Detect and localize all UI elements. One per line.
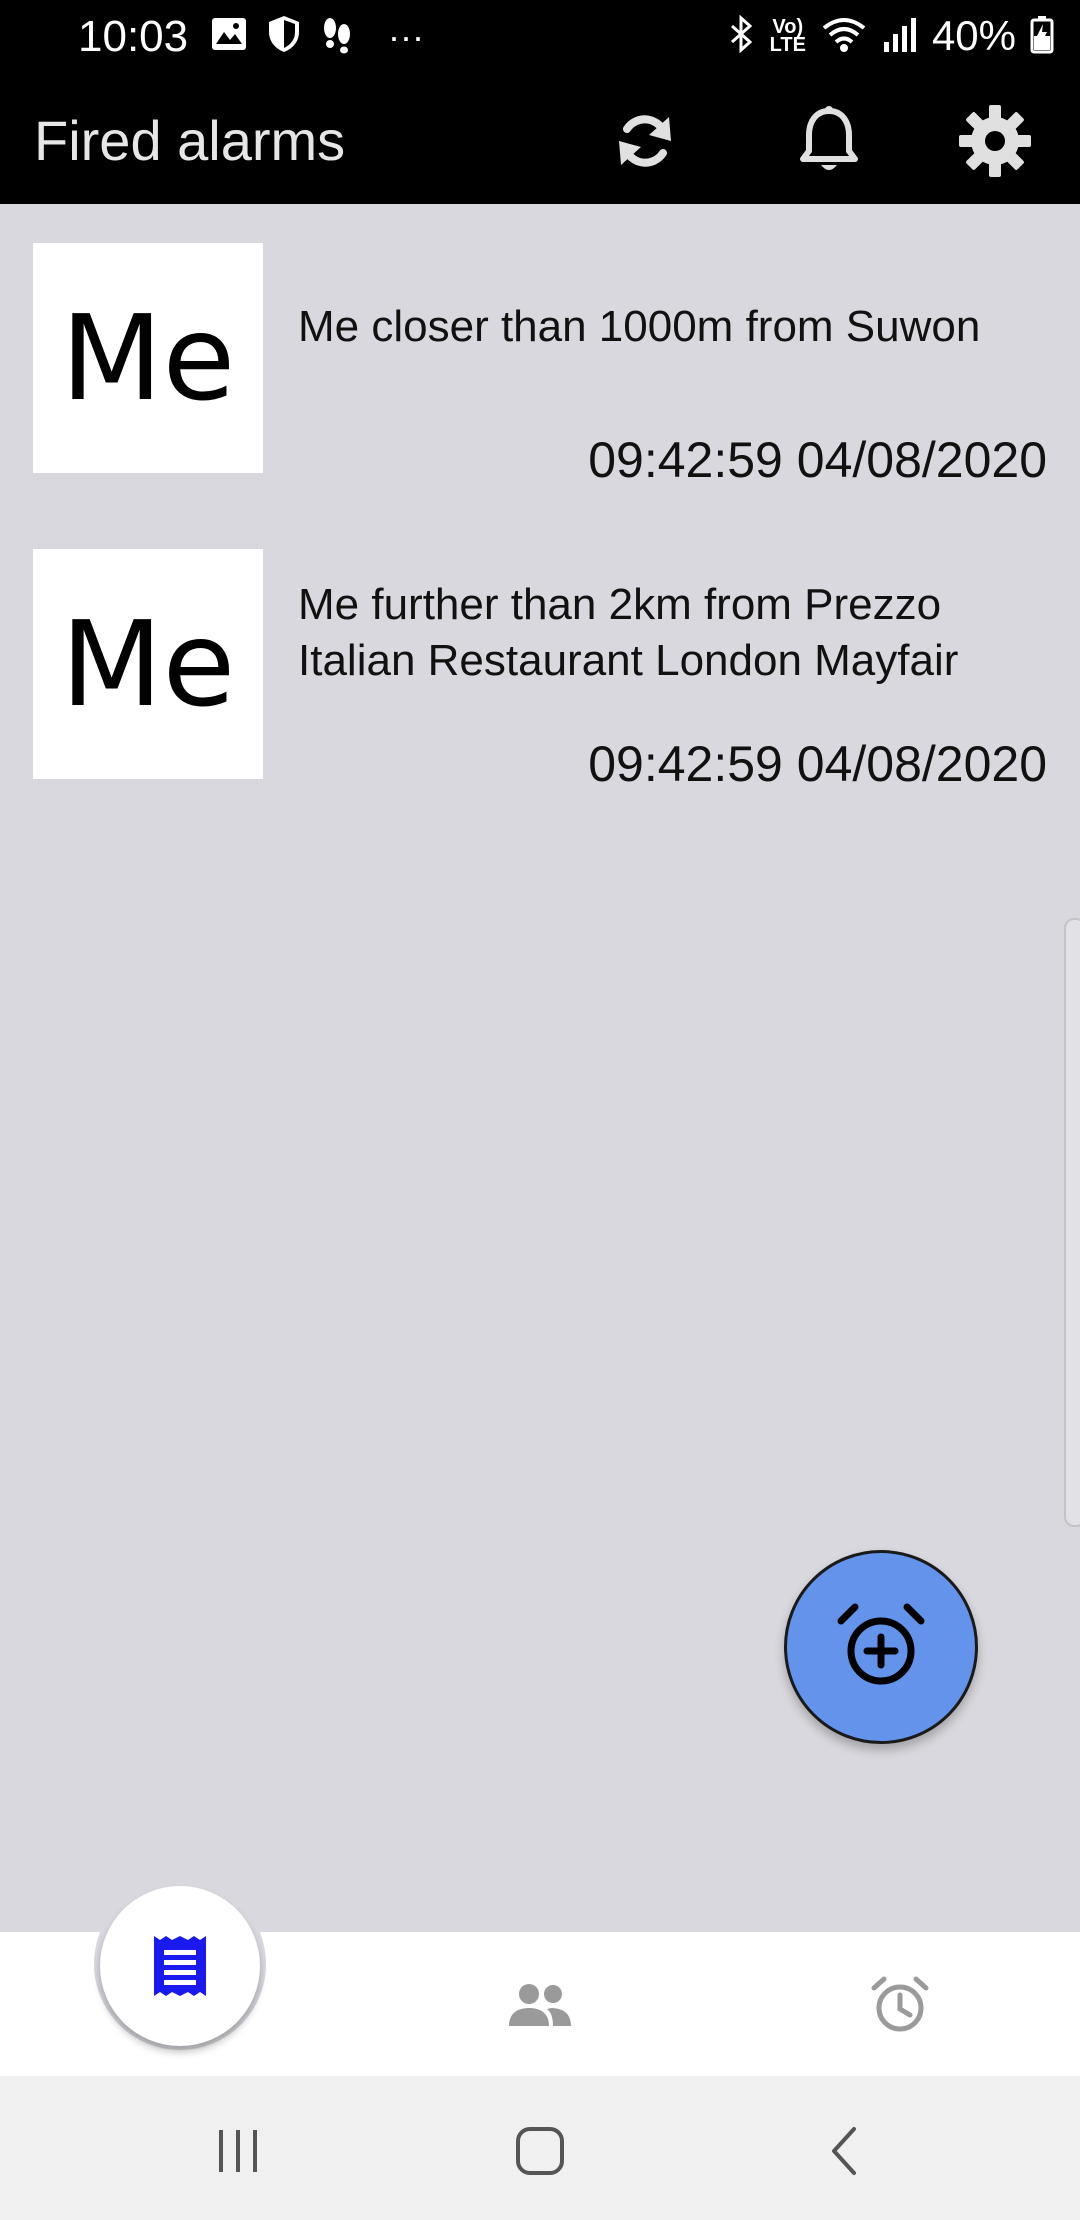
home-button[interactable] [500, 2116, 580, 2186]
settings-button[interactable] [950, 96, 1040, 186]
back-icon [832, 2127, 856, 2175]
recent-apps-icon [219, 2130, 257, 2172]
notifications-button[interactable] [784, 96, 874, 186]
signal-icon [882, 14, 918, 59]
avatar: Me [33, 243, 263, 473]
battery-percent: 40% [931, 12, 1016, 59]
alarm-list-item[interactable]: Me Me further than 2km from Prezzo Itali… [0, 549, 1080, 819]
home-icon [516, 2127, 564, 2175]
shield-icon [266, 14, 302, 59]
add-alarm-icon [837, 1603, 925, 1685]
gear-icon [959, 105, 1031, 177]
page-title: Fired alarms [34, 109, 346, 172]
system-navigation-bar [0, 2076, 1080, 2220]
more-notifications-icon: ··· [388, 15, 424, 57]
bluetooth-icon [726, 14, 756, 59]
nav-item-alarms[interactable] [860, 1970, 940, 2040]
refresh-button[interactable] [600, 96, 690, 186]
alarm-description: Me closer than 1000m from Suwon [298, 302, 981, 351]
status-bar: 10:03 ··· Vo) LTE 40% [0, 0, 1080, 76]
volte-indicator: Vo) LTE [769, 17, 806, 56]
bell-icon [800, 106, 858, 170]
footprints-icon [320, 14, 354, 59]
gallery-icon [210, 16, 248, 57]
alarm-timestamp: 09:42:59 04/08/2020 [588, 432, 1047, 488]
add-alarm-button[interactable] [784, 1550, 978, 1744]
alarm-list-item[interactable]: Me Me closer than 1000m from Suwon 09:42… [0, 243, 1080, 513]
alarm-clock-icon [871, 1976, 929, 2032]
scrollbar[interactable] [1064, 918, 1080, 1527]
nav-item-people[interactable] [500, 1970, 580, 2040]
app-bar: Fired alarms [0, 76, 1080, 204]
back-button[interactable] [804, 2116, 884, 2186]
volte-bottom: LTE [769, 34, 806, 56]
status-notification-icons: ··· [210, 14, 424, 59]
status-time: 10:03 [78, 12, 189, 61]
alarm-description: Me further than 2km from Prezzo Italian … [298, 580, 959, 685]
alarm-timestamp: 09:42:59 04/08/2020 [588, 736, 1047, 792]
battery-icon [1030, 14, 1054, 59]
receipt-icon [154, 1936, 206, 1996]
nav-item-fired-alarms[interactable] [100, 1886, 260, 2046]
refresh-icon [619, 115, 671, 167]
recent-apps-button[interactable] [198, 2116, 278, 2186]
people-icon [509, 1984, 571, 2026]
wifi-icon [820, 14, 868, 59]
avatar: Me [33, 549, 263, 779]
status-system-icons: Vo) LTE 40% [726, 12, 1054, 60]
